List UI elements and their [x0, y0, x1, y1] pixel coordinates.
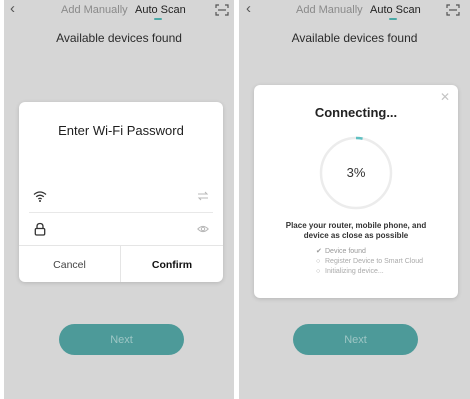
wifi-password-dialog: Enter Wi-Fi Password Cancel Confirm [19, 102, 223, 282]
pending-dot-icon: ○ [316, 268, 321, 275]
connecting-dialog: ✕ Connecting... 3% Place your router, mo… [254, 85, 458, 298]
tab-auto-scan[interactable]: Auto Scan [135, 4, 186, 17]
tab-auto-scan[interactable]: Auto Scan [370, 4, 421, 17]
placement-hint: Place your router, mobile phone, and dev… [262, 221, 450, 241]
step-device-found: ✔ Device found [316, 247, 454, 257]
page-subtitle: Available devices found [291, 31, 418, 45]
dialog-title: Connecting... [314, 105, 398, 120]
chevron-left-icon[interactable]: ‹ [246, 1, 251, 17]
wifi-password-value [57, 221, 189, 237]
chevron-left-icon[interactable]: ‹ [10, 1, 15, 17]
wifi-password-field[interactable] [29, 215, 213, 243]
top-nav: ‹ Add Manually Auto Scan [4, 0, 234, 22]
wifi-ssid-field[interactable] [29, 182, 213, 210]
tab-add-manually[interactable]: Add Manually [61, 4, 128, 17]
dialog-title: Enter Wi-Fi Password [58, 123, 184, 138]
active-tab-indicator [389, 18, 397, 20]
wifi-icon [33, 191, 47, 202]
wifi-ssid-value [57, 188, 189, 204]
check-icon: ✔ [316, 248, 322, 255]
eye-icon[interactable] [197, 223, 209, 235]
connecting-screen: ‹ Add Manually Auto Scan Available devic… [239, 0, 470, 399]
top-nav: ‹ Add Manually Auto Scan [239, 0, 470, 22]
scan-icon[interactable] [446, 4, 460, 16]
confirm-button[interactable]: Confirm [121, 246, 223, 282]
cancel-button[interactable]: Cancel [19, 246, 120, 282]
active-tab-indicator [154, 18, 162, 20]
next-button[interactable]: Next [59, 324, 184, 355]
close-icon[interactable]: ✕ [440, 91, 450, 103]
next-button[interactable]: Next [293, 324, 418, 355]
connection-steps: ✔ Device found ○ Register Device to Smart … [316, 247, 454, 277]
step-label: Device found [325, 248, 366, 255]
field-divider [29, 212, 213, 213]
scan-icon[interactable] [215, 4, 229, 16]
step-label: Initializing device... [325, 268, 384, 275]
tab-add-manually[interactable]: Add Manually [296, 4, 363, 17]
step-label: Register Device to Smart Cloud [325, 258, 424, 265]
step-initializing: ○ Initializing device... [316, 267, 454, 277]
hint-line-1: Place your router, mobile phone, and [285, 221, 427, 230]
wifi-password-screen: ‹ Add Manually Auto Scan Available devic… [4, 0, 234, 399]
lock-icon [34, 222, 46, 236]
page-subtitle: Available devices found [56, 31, 182, 45]
pending-dot-icon: ○ [316, 258, 321, 265]
progress-percent: 3% [346, 165, 366, 180]
step-register-cloud: ○ Register Device to Smart Cloud [316, 257, 454, 267]
switch-network-icon[interactable] [197, 190, 209, 202]
dialog-button-bar: Cancel Confirm [19, 245, 223, 282]
hint-line-2: device as close as possible [303, 231, 409, 240]
